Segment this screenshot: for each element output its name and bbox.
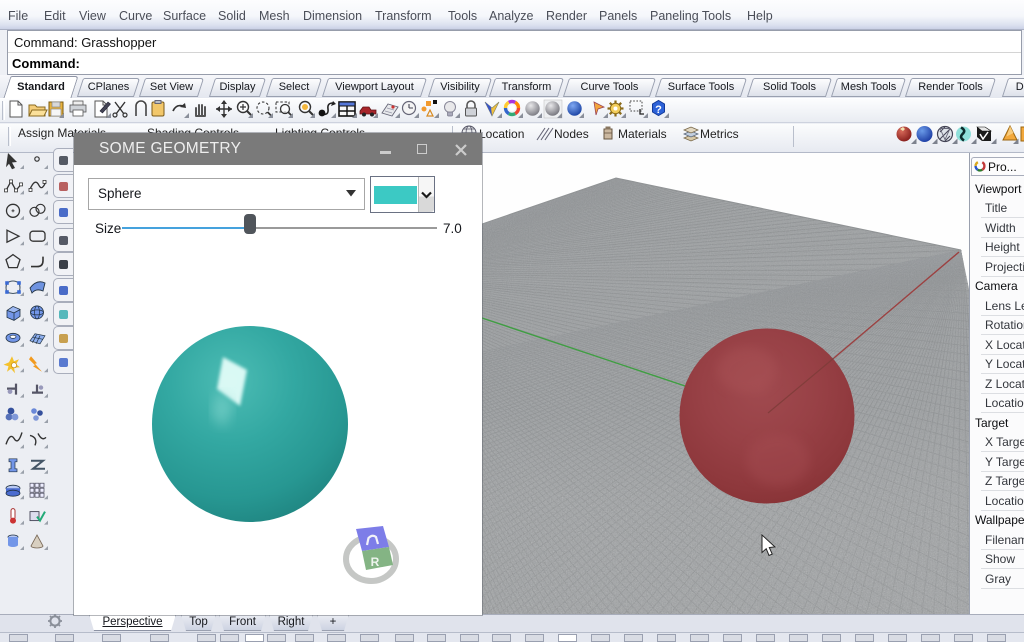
- svg-text:R: R: [371, 555, 380, 569]
